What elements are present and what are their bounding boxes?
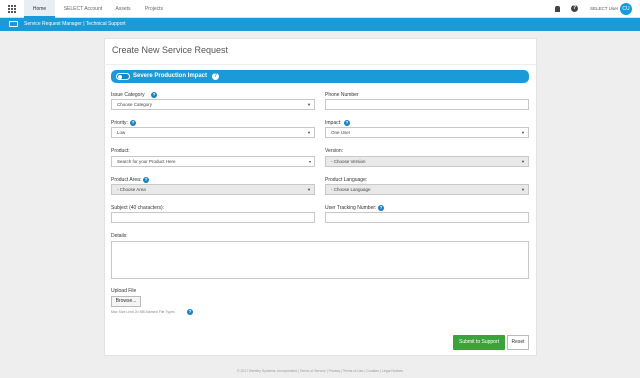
- product-area-label: Product Area:: [111, 177, 142, 183]
- severe-impact-toggle[interactable]: [116, 73, 130, 80]
- severe-impact-label: Severe Production Impact: [133, 73, 208, 79]
- user-name[interactable]: SELECT User: [590, 0, 618, 18]
- app-title: Service Request Manager | Technical Supp…: [24, 21, 126, 27]
- submit-button[interactable]: Submit to Support: [453, 335, 505, 350]
- product-search-input[interactable]: Search for your Product Here ▾: [111, 156, 315, 167]
- subject-label: Subject (40 characters):: [111, 205, 165, 211]
- chevron-down-icon: ▾: [308, 159, 311, 164]
- version-label: Version:: [325, 148, 344, 154]
- tab-projects[interactable]: Projects: [140, 0, 168, 18]
- page-title: Create New Service Request: [112, 45, 229, 55]
- phone-field[interactable]: [325, 99, 529, 110]
- chevron-down-icon: ▼: [521, 159, 525, 164]
- chevron-down-icon: ▼: [521, 130, 525, 135]
- details-textarea[interactable]: [111, 241, 529, 279]
- chevron-down-icon: ▼: [307, 187, 311, 192]
- notifications-bell-icon[interactable]: [555, 6, 560, 12]
- product-area-select[interactable]: - Choose Area ▼: [111, 184, 315, 195]
- tab-home[interactable]: Home: [24, 0, 55, 18]
- phone-label: Phone Number: [325, 92, 359, 98]
- priority-select[interactable]: Low ▼: [111, 127, 315, 138]
- issue-category-help-icon[interactable]: ?: [151, 92, 157, 98]
- impact-label: Impact:: [325, 120, 342, 126]
- details-label: Details:: [111, 233, 128, 239]
- product-label: Product:: [111, 148, 130, 154]
- impact-select[interactable]: One User ▼: [325, 127, 529, 138]
- help-icon[interactable]: ?: [571, 5, 578, 12]
- form-card: [104, 38, 537, 356]
- footer-text: © 2017 Bentley Systems, Incorporated | T…: [236, 369, 404, 373]
- logo-icon: [9, 21, 18, 27]
- issue-category-select[interactable]: Choose Category ▼: [111, 99, 315, 110]
- title-divider: [104, 64, 537, 65]
- chevron-down-icon: ▼: [307, 130, 311, 135]
- upload-help-icon[interactable]: ?: [187, 309, 193, 315]
- app-launcher-icon[interactable]: [8, 5, 16, 13]
- browse-button[interactable]: Browse...: [111, 296, 141, 307]
- avatar[interactable]: CU: [620, 3, 632, 15]
- user-tracking-help-icon[interactable]: ?: [378, 205, 384, 211]
- chevron-down-icon: ▼: [307, 102, 311, 107]
- product-language-label: Product Language:: [325, 177, 368, 183]
- tab-assets[interactable]: Assets: [110, 0, 136, 18]
- chevron-down-icon: ▼: [521, 187, 525, 192]
- user-tracking-label: User Tracking Number:: [325, 205, 377, 211]
- severe-help-icon[interactable]: ?: [212, 73, 219, 80]
- impact-help-icon[interactable]: ?: [344, 120, 350, 126]
- subject-field[interactable]: [111, 212, 315, 223]
- priority-help-icon[interactable]: ?: [130, 120, 136, 126]
- upload-hint: Max Size Limit 20 MB Allowed File Types: [111, 310, 175, 314]
- product-language-select[interactable]: - Choose Language ▼: [325, 184, 529, 195]
- user-tracking-field[interactable]: [325, 212, 529, 223]
- version-select[interactable]: - Choose Version ▼: [325, 156, 529, 167]
- tab-select-account[interactable]: SELECT Account: [62, 0, 104, 18]
- product-area-help-icon[interactable]: ?: [143, 177, 149, 183]
- reset-button[interactable]: Reset: [507, 335, 529, 350]
- upload-label: Upload File: [111, 288, 137, 294]
- issue-category-label: Issue Category: [111, 92, 145, 98]
- priority-label: Priority:: [111, 120, 128, 126]
